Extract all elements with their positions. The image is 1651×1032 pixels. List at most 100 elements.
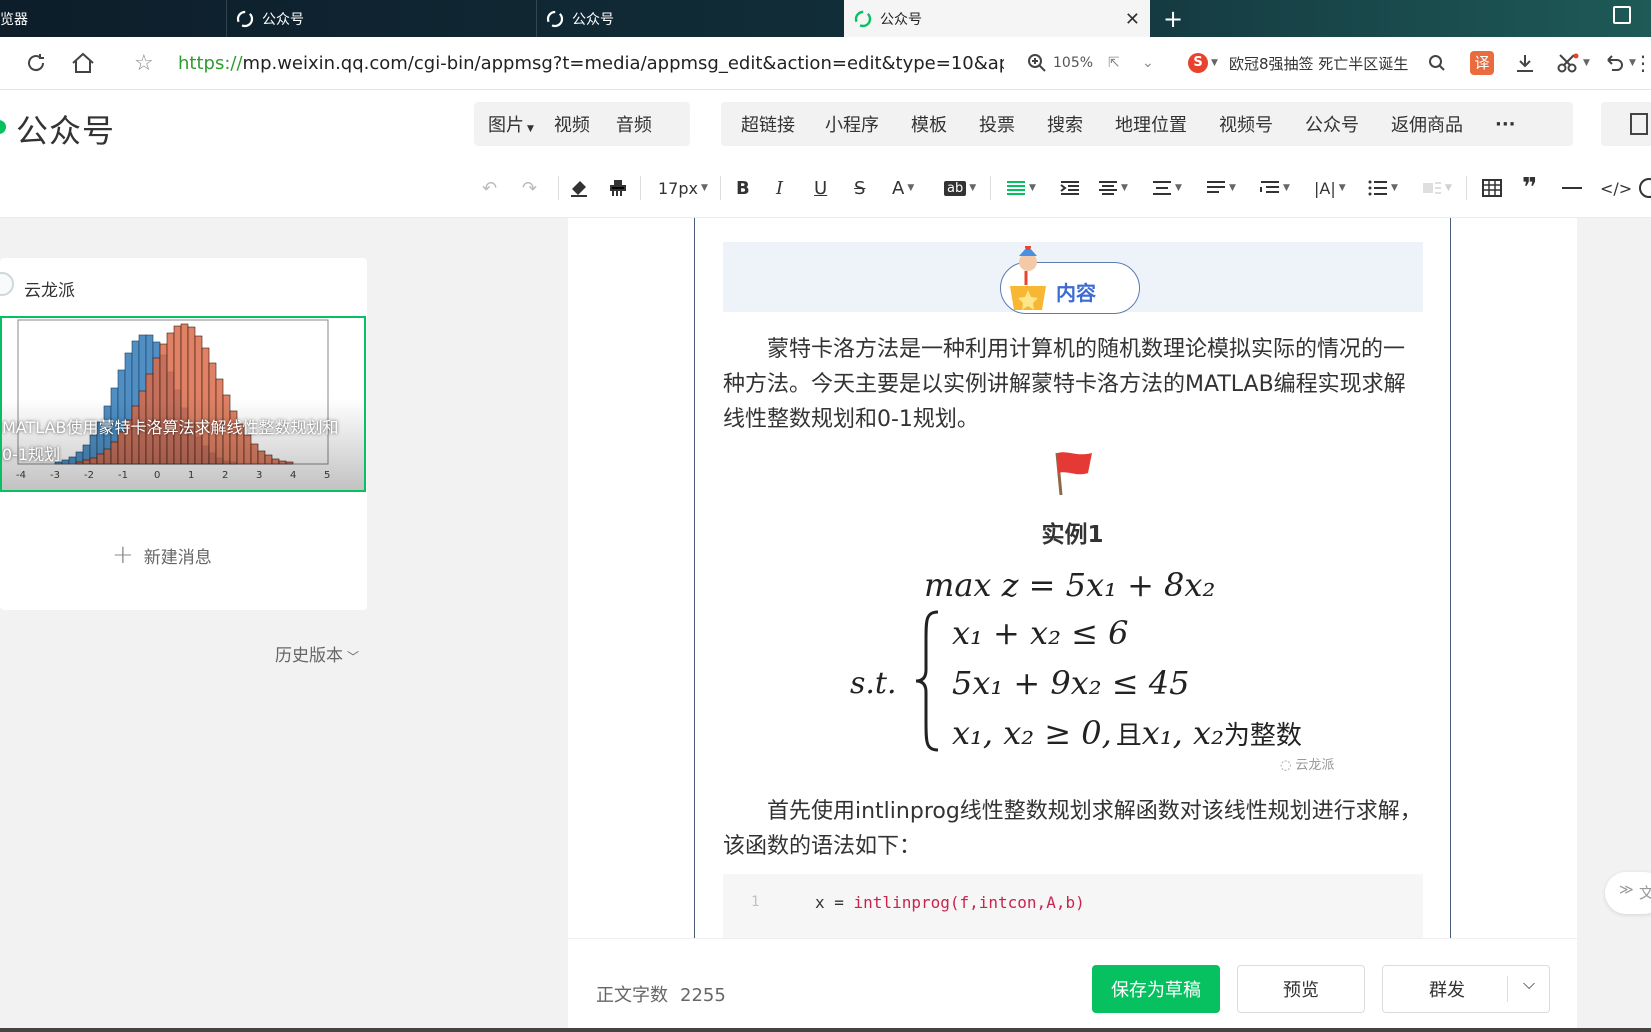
code-icon[interactable]: </> — [1600, 174, 1632, 202]
redo-icon[interactable]: ↷ — [522, 174, 537, 202]
svg-text:1: 1 — [188, 470, 194, 481]
search-engine-icon[interactable]: S ▼ — [1188, 47, 1218, 79]
float-image-icon[interactable]: ▼ — [1422, 174, 1452, 202]
wechat-mp-icon — [236, 10, 254, 27]
chevron-down-icon[interactable]: ⌵ — [1523, 974, 1535, 994]
image-watermark: ◌ 云龙派 — [1280, 754, 1334, 773]
svg-text:5: 5 — [324, 470, 330, 481]
insert-miniprogram-button[interactable]: 小程序 — [809, 111, 895, 137]
new-tab-icon[interactable]: + — [1163, 5, 1183, 33]
chevron-down-icon[interactable]: ⌄ — [1142, 47, 1154, 79]
tab-list-icon[interactable] — [1613, 6, 1631, 24]
insert-template-button[interactable]: 模板 — [895, 111, 963, 137]
indent-icon[interactable] — [1060, 174, 1080, 202]
document-icon — [1630, 113, 1648, 135]
side-panel-button[interactable] — [1601, 102, 1651, 146]
home-icon[interactable] — [70, 47, 96, 79]
history-version-button[interactable]: 历史版本 ﹀ — [275, 641, 359, 666]
strikethrough-icon[interactable]: S — [854, 174, 865, 202]
insert-link-button[interactable]: 超链接 — [727, 111, 809, 137]
divider-line-icon[interactable] — [1562, 174, 1582, 202]
quote-icon[interactable]: ❞ — [1522, 173, 1537, 203]
more-insert-button[interactable]: ··· — [1479, 114, 1532, 135]
clear-format-icon[interactable] — [568, 174, 590, 202]
insert-search-button[interactable]: 搜索 — [1031, 111, 1099, 137]
translate-icon[interactable]: 译 — [1470, 47, 1494, 79]
preview-button[interactable]: 预览 — [1237, 965, 1365, 1013]
tab-gzh-1[interactable]: 公众号 — [236, 0, 536, 37]
tab-browser[interactable]: 览器 — [0, 0, 226, 37]
account-name: 云龙派 — [24, 281, 75, 301]
download-icon[interactable] — [1514, 47, 1536, 79]
article-editor[interactable]: 内容 蒙特卡洛方法是一种利用计算机的随机数理论模拟实际的情况的一种方法。今天主要… — [568, 218, 1577, 940]
tab-divider — [226, 0, 227, 37]
url-field[interactable]: https://mp.weixin.qq.com/cgi-bin/appmsg?… — [178, 47, 1004, 79]
paragraph-spacing-icon[interactable]: ▼ — [1152, 174, 1182, 202]
toolbar-divider — [990, 176, 991, 200]
letter-spacing-icon[interactable]: |A| ▼ — [1314, 174, 1346, 202]
tab-gzh-2[interactable]: 公众号 — [546, 0, 842, 37]
insert-account-button[interactable]: 公众号 — [1289, 111, 1375, 137]
constraint-3-a: x₁, x₂ ≥ 0, — [952, 714, 1112, 752]
svg-text:-3: -3 — [50, 470, 60, 481]
line-height-icon[interactable]: ▼ — [1206, 174, 1236, 202]
editor-app-bar: 公众号 图片 ▼ 视频 音频 超链接 小程序 模板 投票 搜索 地理位置 视频号 … — [0, 90, 1651, 158]
tab-close-icon[interactable]: ✕ — [1125, 9, 1140, 30]
format-painter-icon[interactable] — [608, 174, 628, 202]
svg-text:-2: -2 — [84, 470, 94, 481]
bold-icon[interactable]: B — [736, 174, 750, 202]
tab-title: 公众号 — [880, 11, 922, 28]
align-justify-icon[interactable]: ▼ — [1006, 174, 1036, 202]
italic-icon[interactable]: I — [776, 174, 783, 202]
svg-text:0: 0 — [154, 470, 160, 481]
emoji-icon[interactable] — [1638, 174, 1651, 202]
mass-send-button[interactable]: 群发 ⌵ — [1382, 965, 1550, 1013]
constraint-3: x₁, x₂ ≥ 0, 且x₁, x₂为整数 — [952, 714, 1302, 752]
font-size-select[interactable]: 17px ▼ — [658, 174, 708, 202]
history-label: 历史版本 — [275, 646, 343, 666]
tab-gzh-active[interactable]: 公众号 ✕ — [844, 0, 1150, 37]
taskbar-edge — [0, 1028, 1651, 1032]
bullet-list-icon[interactable]: ▼ — [1368, 174, 1398, 202]
format-toolbar: ↶ ↷ 17px ▼ B I U S A ▼ ab ▼ ▼ ▼ ▼ ▼ ▼ |A| ▼ … — [0, 158, 1651, 218]
plus-icon: + — [112, 540, 134, 570]
bookmark-star-icon[interactable]: ☆ — [134, 47, 154, 79]
highlight-icon[interactable]: ab ▼ — [944, 174, 976, 202]
double-chevron-icon: ≫ — [1619, 882, 1634, 898]
toolbar-divider — [720, 176, 721, 200]
search-hint[interactable]: 欧冠8强抽签 死亡半区诞生 — [1229, 47, 1419, 79]
insert-audio-button[interactable]: 音频 — [596, 111, 672, 137]
insert-rebate-button[interactable]: 返佣商品 — [1375, 111, 1479, 137]
button-divider — [1507, 976, 1508, 1002]
new-message-button[interactable]: + 新建消息 — [112, 540, 212, 570]
menu-dots-icon[interactable]: ⋮ — [1633, 47, 1651, 79]
article-cover[interactable]: -4 -3 -2 -1 0 1 2 3 4 5 MATLAB使用蒙特卡洛算法求解线性整数规划和0-… — [0, 316, 366, 492]
intro-paragraph: 蒙特卡洛方法是一种利用计算机的随机数理论模拟实际的情况的一种方法。今天主要是以实… — [723, 337, 1406, 432]
list-indent-icon[interactable]: ▼ — [1260, 174, 1290, 202]
article-list-card: 云龙派 -4 -3 -2 -1 0 1 2 3 4 5 MATLAB使用蒙特卡洛算法求解线性整数规… — [0, 258, 367, 610]
tab-title: 公众号 — [572, 11, 614, 28]
wechat-watermark-icon: ◌ — [1280, 758, 1292, 773]
undo-browser-icon[interactable]: ▼ — [1604, 47, 1636, 79]
undo-icon[interactable]: ↶ — [482, 174, 497, 202]
insert-channels-button[interactable]: 视频号 — [1203, 111, 1289, 137]
browser-tab-bar: 览器 公众号 公众号 公众号 ✕ + — [0, 0, 1651, 37]
search-icon[interactable] — [1428, 47, 1446, 79]
floating-side-button[interactable]: ≫ 文 — [1605, 872, 1651, 914]
insert-vote-button[interactable]: 投票 — [963, 111, 1031, 137]
align-center-icon[interactable]: ▼ — [1098, 174, 1128, 202]
insert-video-button[interactable]: 视频 — [548, 111, 596, 137]
url-text: mp.weixin.qq.com/cgi-bin/appmsg?t=media/… — [242, 52, 1004, 74]
insert-image-button[interactable]: 图片 ▼ — [474, 111, 548, 137]
reload-icon[interactable] — [24, 47, 48, 79]
zoom-indicator[interactable]: 105% — [1027, 47, 1093, 79]
underline-icon[interactable]: U — [814, 174, 827, 202]
red-flag-icon — [1055, 452, 1092, 496]
scissors-icon[interactable]: ▼ — [1556, 47, 1590, 79]
font-color-icon[interactable]: A ▼ — [892, 174, 914, 202]
chevron-down-icon: ﹀ — [347, 650, 360, 664]
share-icon[interactable]: ⇱ — [1108, 47, 1120, 79]
insert-location-button[interactable]: 地理位置 — [1099, 111, 1203, 137]
save-draft-button[interactable]: 保存为草稿 — [1092, 965, 1220, 1013]
table-icon[interactable] — [1482, 174, 1502, 202]
